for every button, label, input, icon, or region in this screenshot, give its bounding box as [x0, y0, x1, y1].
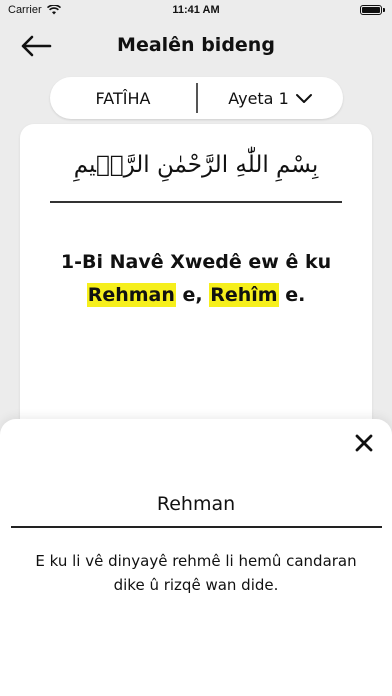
highlighted-term-rehim[interactable]: Rehîm — [209, 283, 279, 307]
card-divider — [50, 201, 342, 203]
term-title: Rehman — [156, 493, 236, 515]
highlighted-term-rehman[interactable]: Rehman — [86, 283, 176, 307]
translation-text-3: e. — [278, 284, 306, 306]
ayah-selector[interactable]: Ayeta 1 — [198, 77, 343, 119]
translation-text-1: 1-Bi Navê Xwedê ew ê ku — [60, 251, 332, 273]
close-icon — [355, 434, 373, 452]
term-bottom-sheet: Rehman E ku li vê dinyayê rehmê li hemû … — [0, 419, 392, 696]
battery-icon — [360, 5, 385, 15]
nav-bar: Mealên bideng — [0, 26, 392, 66]
surah-ayah-selector: FATÎHA Ayeta 1 — [50, 77, 343, 119]
close-button[interactable] — [352, 431, 376, 455]
surah-label: FATÎHA — [95, 88, 151, 108]
sheet-divider — [11, 526, 382, 528]
verse-translation: 1-Bi Navê Xwedê ew ê ku Rehman e, Rehîm … — [40, 246, 352, 312]
arabic-verse: بِسْمِ اللّٰهِ الرَّحْمٰنِ الرَّح۪يمِ — [73, 152, 319, 178]
verse-card: بِسْمِ اللّٰهِ الرَّحْمٰنِ الرَّح۪يمِ 1-… — [20, 124, 372, 454]
status-time: 11:41 AM — [172, 4, 220, 16]
ayah-label: Ayeta 1 — [228, 88, 289, 108]
term-definition: E ku li vê dinyayê rehmê li hemû candara… — [35, 552, 357, 594]
page-title: Mealên bideng — [117, 34, 275, 56]
status-bar: Carrier 11:41 AM — [0, 0, 392, 22]
translation-text-2: e, — [175, 284, 210, 306]
chevron-down-icon — [295, 94, 312, 103]
surah-selector[interactable]: FATÎHA — [50, 77, 196, 119]
